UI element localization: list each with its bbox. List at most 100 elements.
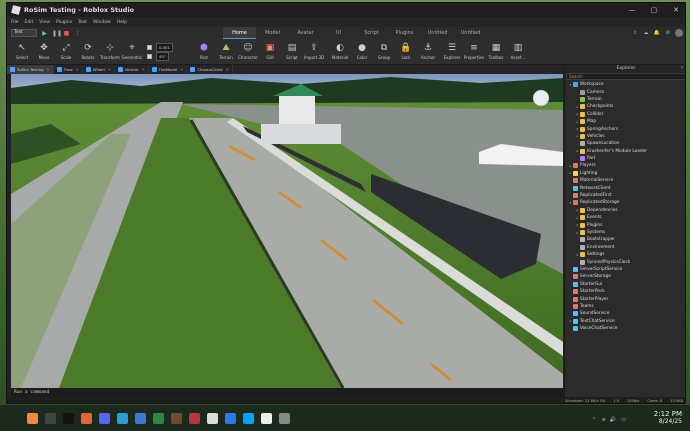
roblox-studio-icon[interactable] <box>243 413 254 424</box>
move-snap-value[interactable]: 0.001 <box>156 43 173 52</box>
stop-icon[interactable]: ■ <box>63 30 70 37</box>
explorer-item-workspace[interactable]: ▾ Workspace <box>565 81 685 88</box>
close-icon[interactable]: ✕ <box>47 67 50 72</box>
tab-script[interactable]: Script <box>355 27 388 39</box>
part-button[interactable]: ⬢ Part <box>193 42 215 64</box>
explorer-item-serverstorage[interactable]: ServerStorage <box>565 273 685 280</box>
menu-window[interactable]: Window <box>93 20 111 25</box>
properties-button[interactable]: ≡ Properties <box>463 42 485 64</box>
rotate-button[interactable]: ⟳ Rotate <box>77 42 99 64</box>
anchor-button[interactable]: ⚓ Anchor <box>417 42 439 64</box>
import-3d-button[interactable]: ⇪ Import 3D <box>303 42 325 64</box>
explorer-search-input[interactable]: Search <box>566 73 685 80</box>
edge-icon[interactable] <box>117 413 128 424</box>
tab-home[interactable]: Home <box>223 27 256 39</box>
share-icon[interactable]: ⇧ <box>631 29 639 37</box>
explorer-item-starterplayer[interactable]: StarterPlayer <box>565 295 685 302</box>
pause-icon[interactable]: ❚❚ <box>52 30 62 37</box>
explorer-item-serverscriptservice[interactable]: ServerScriptService <box>565 266 685 273</box>
scale-button[interactable]: ⤢ Scale <box>55 42 77 64</box>
script-button[interactable]: ▤ Script <box>281 42 303 64</box>
firefox-icon[interactable] <box>81 413 92 424</box>
start-icon[interactable] <box>27 413 38 424</box>
doc-tab-tune[interactable]: Tune ✕ <box>54 65 83 74</box>
store-icon[interactable] <box>135 413 146 424</box>
close-icon[interactable]: ✕ <box>76 67 79 72</box>
move-snap-checkbox[interactable] <box>147 45 152 50</box>
explorer-item-textchatservice[interactable]: ▸ TextChatService <box>565 318 685 325</box>
close-icon[interactable]: ✕ <box>680 65 684 73</box>
battery-icon[interactable]: ▭ <box>621 417 626 423</box>
explorer-item-camera[interactable]: Camera <box>565 88 685 95</box>
menu-help[interactable]: Help <box>117 20 127 25</box>
app4-icon[interactable] <box>279 413 290 424</box>
app-icon[interactable] <box>153 413 164 424</box>
roblox-icon[interactable] <box>207 413 218 424</box>
explorer-item-teams[interactable]: Teams <box>565 303 685 310</box>
terminal-icon[interactable] <box>63 413 74 424</box>
explorer-item-systems[interactable]: ▸ Systems <box>565 229 685 236</box>
files-icon[interactable] <box>45 413 56 424</box>
explorer-item-voicechatservice[interactable]: VoiceChatService <box>565 325 685 332</box>
explorer-item-krushenfer-s-module-loader[interactable]: ▸ Krushenfer's Module Loader <box>565 148 685 155</box>
chevron-up-icon[interactable]: ⌃ <box>592 417 596 423</box>
app3-icon[interactable] <box>261 413 272 424</box>
explorer-item-map[interactable]: ▸ Map <box>565 118 685 125</box>
minecraft-icon[interactable] <box>171 413 182 424</box>
asset-button[interactable]: ▥ Asset... <box>507 42 529 64</box>
tab-model[interactable]: Model <box>256 27 289 39</box>
more-icon[interactable]: ⋮ <box>74 30 81 37</box>
gui-button[interactable]: ▣ GUI <box>259 42 281 64</box>
tab-ui[interactable]: UI <box>322 27 355 39</box>
close-icon[interactable]: ✕ <box>141 67 144 72</box>
select-button[interactable]: ↖ Select <box>11 42 33 64</box>
character-button[interactable]: ☺ Character <box>237 42 259 64</box>
toolbox-button[interactable]: ▦ Toolbox <box>485 42 507 64</box>
explorer-item-dependencies[interactable]: ▸ Dependencies <box>565 207 685 214</box>
geometric-button[interactable]: ⌖ Geometric <box>121 42 143 64</box>
explorer-item-startergui[interactable]: StarterGui <box>565 281 685 288</box>
menu-test[interactable]: Test <box>78 20 87 25</box>
doc-tab-tiremodel[interactable]: TireModel ✕ <box>149 65 188 74</box>
move-button[interactable]: ✥ Move <box>33 42 55 64</box>
close-button[interactable]: ✕ <box>665 3 685 17</box>
menu-file[interactable]: File <box>11 20 19 25</box>
mode-select[interactable]: Test <box>11 29 37 37</box>
explorer-item-spawnlocation[interactable]: SpawnLocation <box>565 140 685 147</box>
avatar[interactable] <box>675 29 683 37</box>
explorer-item-soundservice[interactable]: SoundService <box>565 310 685 317</box>
explorer-item-terrain[interactable]: Terrain <box>565 96 685 103</box>
explorer-item-networkclient[interactable]: NetworkClient <box>565 184 685 191</box>
doc-tab-wheel[interactable]: Wheel ✕ <box>83 65 115 74</box>
3d-viewport[interactable] <box>11 74 563 388</box>
minimize-button[interactable]: — <box>621 3 643 17</box>
command-bar[interactable]: Run a command <box>11 388 563 397</box>
title-bar[interactable]: RoSim Testing - Roblox Studio — ▢ ✕ <box>7 3 685 17</box>
tab-plugins[interactable]: Plugins <box>388 27 421 39</box>
explorer-item-lighting[interactable]: ▸ Lighting <box>565 170 685 177</box>
explorer-item-replicatedstorage[interactable]: ▾ ReplicatedStorage <box>565 199 685 206</box>
transform-button[interactable]: ⊹ Transform <box>99 42 121 64</box>
explorer-item-vehicles[interactable]: ▸ Vehicles <box>565 133 685 140</box>
explorer-item-replicatedfirst[interactable]: ReplicatedFirst <box>565 192 685 199</box>
explorer-item-environment[interactable]: Environment <box>565 244 685 251</box>
discord-icon[interactable] <box>99 413 110 424</box>
terrain-button[interactable]: ⛰ Terrain <box>215 42 237 64</box>
group-button[interactable]: ⧉ Group <box>373 42 395 64</box>
lock-button[interactable]: 🔒 Lock <box>395 42 417 64</box>
maximize-button[interactable]: ▢ <box>643 3 665 17</box>
explorer-item-part[interactable]: Part <box>565 155 685 162</box>
close-icon[interactable]: ✕ <box>108 67 111 72</box>
doc-tab-rosim-testing[interactable]: RoSim Testing ✕ <box>7 65 54 74</box>
app2-icon[interactable] <box>189 413 200 424</box>
explorer-item-materialservice[interactable]: MaterialService <box>565 177 685 184</box>
doc-tab-chassisclient[interactable]: ChassisClient ✕ <box>187 65 233 74</box>
explorer-item-checkpoints[interactable]: ▸ Checkpoints <box>565 103 685 110</box>
close-icon[interactable]: ✕ <box>226 67 229 72</box>
play-icon[interactable]: ▶ <box>41 30 48 37</box>
menu-edit[interactable]: Edit <box>25 20 34 25</box>
notification-icon[interactable]: 🔔 <box>653 29 661 37</box>
explorer-item-events[interactable]: ▸ Events <box>565 214 685 221</box>
vscode-icon[interactable] <box>225 413 236 424</box>
doc-tab-vehicle[interactable]: Vehicle ✕ <box>115 65 149 74</box>
